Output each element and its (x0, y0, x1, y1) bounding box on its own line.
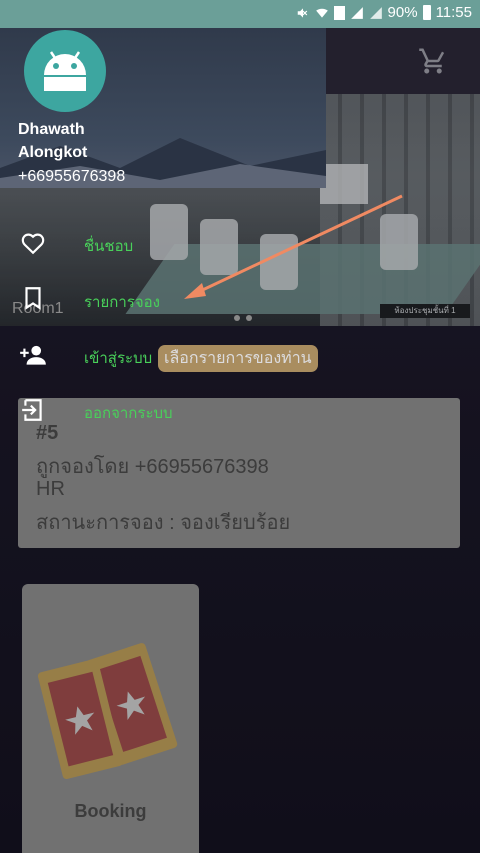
menu-label-login: เข้าสู่ระบบ (84, 350, 153, 367)
arrow-annotation (184, 194, 403, 299)
menu-label-bookings: รายการจอง (84, 294, 160, 311)
status-bar: 90% 11:55 (0, 0, 480, 28)
signal-icon (350, 6, 363, 19)
menu-label-logout: ออกจากระบบ (84, 405, 173, 422)
clock: 11:55 (435, 4, 472, 21)
logout-icon (22, 399, 42, 421)
heart-outline-icon (21, 233, 45, 255)
menu-label-favorites: ชื่นชอบ (84, 238, 134, 255)
wifi-icon (315, 8, 328, 18)
bookmark-icon (25, 287, 41, 310)
avatar[interactable] (24, 30, 106, 112)
sim-icon (333, 5, 345, 20)
user-last-name: Alongkot (18, 144, 88, 161)
drawer-header: Dhawath Alongkot (0, 28, 326, 188)
menu-item-logout[interactable]: ออกจากระบบ (0, 385, 326, 435)
user-phone: +66955676398 (18, 168, 126, 185)
hint-callout: เลือกรายการของท่าน (158, 345, 318, 372)
battery-icon (422, 5, 431, 20)
user-first-name: Dhawath (18, 121, 85, 138)
mute-icon (297, 7, 307, 18)
battery-percent: 90% (387, 4, 418, 21)
android-icon (44, 51, 86, 91)
add-person-icon (20, 345, 46, 365)
signal-icon-2 (369, 6, 382, 19)
